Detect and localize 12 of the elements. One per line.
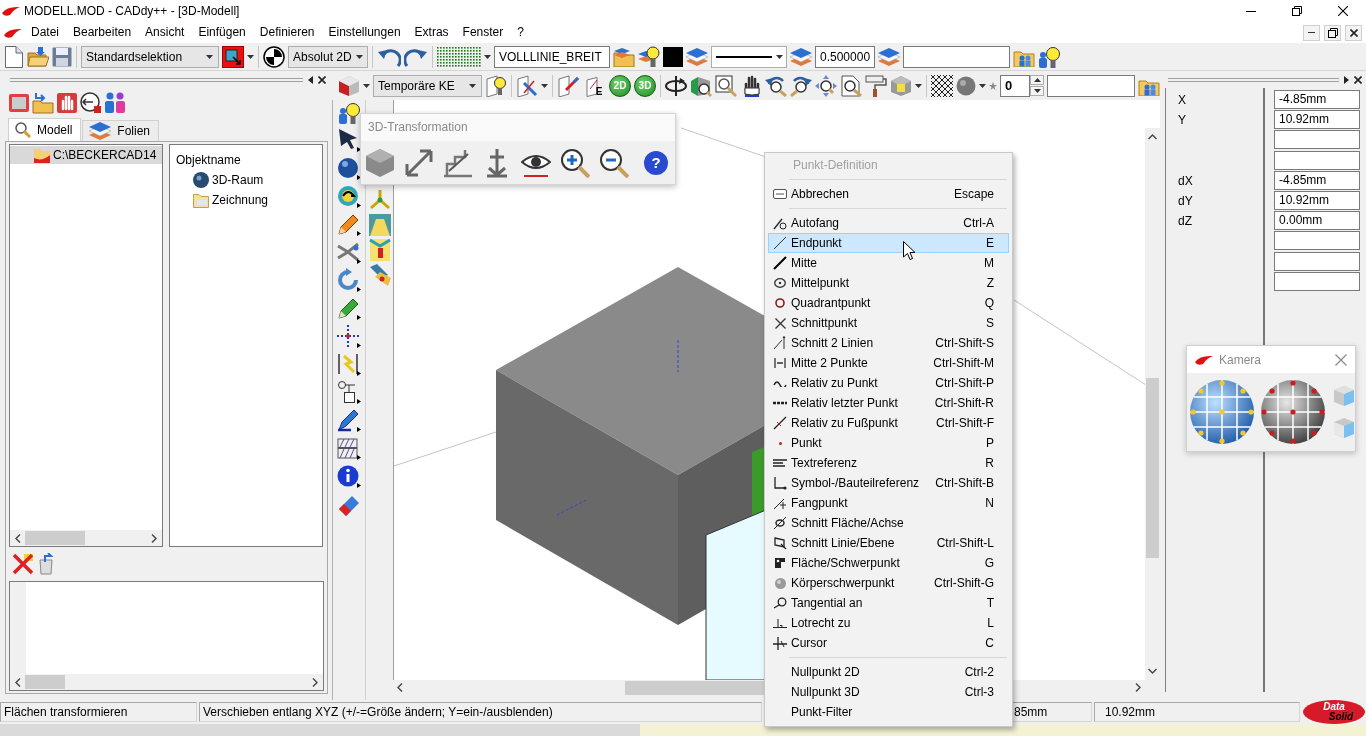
coordinate-label: dY (1178, 192, 1194, 210)
brand-logo: Data Solid (1303, 700, 1365, 724)
status-field: Flächen transformieren (0, 702, 197, 722)
status-field: 10.92mm (1094, 702, 1300, 722)
coordinate-label: dX (1178, 172, 1194, 190)
status-field: Verschieben entlang XYZ (+/-=Größe ändern; Y=ein-/ausblenden) (199, 702, 762, 722)
menu-header: Punkt-Definition (792, 157, 879, 174)
window-title: MODELL.MOD - CADdy++ - [3D-Modell] (24, 4, 240, 18)
window-title: Kamera (1219, 352, 1262, 367)
coordinate-label: X (1178, 92, 1187, 109)
coordinate-label: dZ (1178, 213, 1193, 231)
coordinate-label: Y (1178, 112, 1187, 130)
